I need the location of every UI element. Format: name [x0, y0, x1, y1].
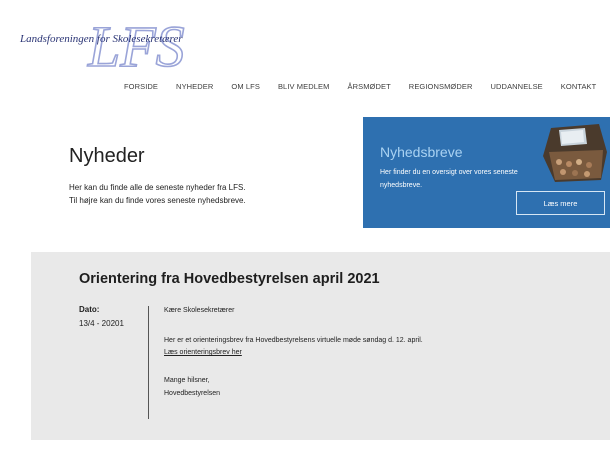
nav-item-bliv-medlem[interactable]: BLIV MEDLEM [278, 82, 330, 91]
promo-title: Nyhedsbreve [380, 144, 463, 160]
nav-item-arsmodet[interactable]: ÅRSMØDET [347, 82, 390, 91]
nav-item-regionsmoder[interactable]: REGIONSMØDER [409, 82, 473, 91]
article-greeting: Kære Skolesekretærer [164, 307, 235, 314]
date-label: Dato: [79, 305, 100, 314]
date-value: 13/4 - 20201 [79, 319, 124, 328]
nav-item-uddannelse[interactable]: UDDANNELSE [491, 82, 543, 91]
nav-item-om-lfs[interactable]: OM LFS [231, 82, 260, 91]
newsletter-promo: Nyhedsbreve Her finder du en oversigt ov… [363, 117, 610, 228]
intro-line-2: Til højre kan du finde vores seneste nyh… [69, 196, 246, 205]
conference-photo [543, 124, 607, 182]
article-card: Orientering fra Hovedbestyrelsen april 2… [31, 252, 610, 440]
article-link[interactable]: Læs orienteringsbrev her [164, 349, 242, 356]
read-more-button[interactable]: Læs mere [516, 191, 605, 215]
article-closing-2: Hovedbestyrelsen [164, 390, 221, 397]
nav-item-forside[interactable]: FORSIDE [124, 82, 158, 91]
divider [148, 306, 149, 419]
nav-item-kontakt[interactable]: KONTAKT [561, 82, 597, 91]
page-title: Nyheder [69, 145, 145, 167]
article-paragraph: Her er et orienteringsbrev fra Hovedbest… [164, 337, 423, 344]
logo-text: Landsforeningen for Skolesekretærer [20, 33, 183, 45]
article-closing-1: Mange hilsner, [164, 377, 210, 384]
nav-item-nyheder[interactable]: NYHEDER [176, 82, 213, 91]
main-nav: FORSIDE NYHEDER OM LFS BLIV MEDLEM ÅRSMØ… [124, 82, 596, 91]
promo-text: Her finder du en oversigt over vores sen… [380, 169, 518, 189]
intro-line-1: Her kan du finde alle de seneste nyheder… [69, 183, 246, 192]
intro-text: Her kan du finde alle de seneste nyheder… [69, 181, 246, 207]
article-title: Orientering fra Hovedbestyrelsen april 2… [79, 271, 380, 287]
